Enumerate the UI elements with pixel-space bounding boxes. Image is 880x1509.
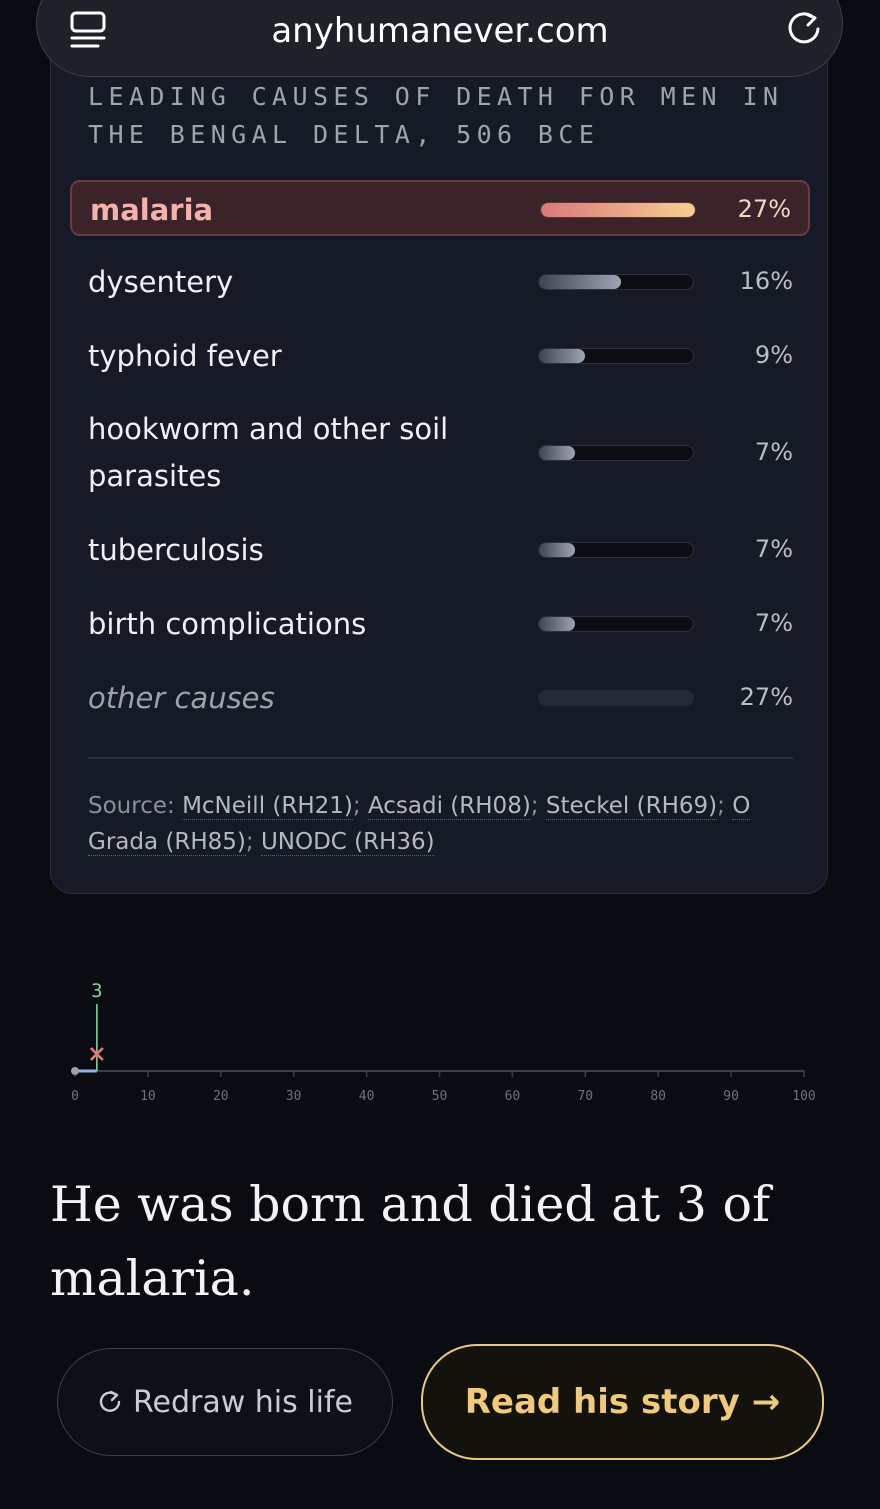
cause-bar-fill <box>539 446 575 460</box>
cause-bar-fill <box>539 543 575 557</box>
lifetime-timeline: 0 10 20 30 40 50 60 70 80 90 100 3 <box>0 970 880 1110</box>
timeline-tick-label: 60 <box>505 1089 521 1104</box>
cause-row: hookworm and other soil parasites 7% <box>70 404 810 502</box>
source-link[interactable]: Acsadi (RH08) <box>367 793 531 820</box>
source-separator: ; <box>245 829 254 855</box>
cause-label: dysentery <box>88 264 234 299</box>
cause-row: birth complications 7% <box>70 596 810 652</box>
read-story-label: Read his story <box>464 1382 740 1422</box>
cause-percent: 9% <box>754 341 793 369</box>
cause-bar-track <box>538 445 694 461</box>
cause-label: birth complications <box>88 606 367 641</box>
reload-icon[interactable] <box>784 9 824 49</box>
divider <box>88 757 793 759</box>
cause-percent: 7% <box>754 609 793 637</box>
source-link[interactable]: Steckel (RH69) <box>545 793 718 820</box>
source-separator: ; <box>717 793 725 819</box>
cause-label: typhoid fever <box>88 338 282 373</box>
cause-row: malaria 27% <box>70 180 810 236</box>
timeline-tick-label: 30 <box>286 1089 302 1104</box>
cause-percent: 7% <box>754 438 793 466</box>
chart-title: LEADING CAUSES OF DEATH FOR MEN IN THE B… <box>88 82 784 149</box>
source-separator: ; <box>530 793 539 819</box>
cause-bar-track <box>540 202 696 218</box>
timeline-tick-label: 80 <box>650 1089 666 1104</box>
cause-row: typhoid fever 9% <box>70 328 810 384</box>
cause-bar-fill <box>539 349 586 363</box>
cause-bar-track <box>538 542 694 558</box>
cause-row: other causes 27% <box>70 670 810 726</box>
source-link[interactable]: UNODC (RH36) <box>260 829 435 856</box>
cause-bar-fill <box>539 275 622 289</box>
timeline-tick-label: 50 <box>432 1089 448 1104</box>
cause-percent: 27% <box>737 195 791 223</box>
timeline-tick-label: 70 <box>577 1089 593 1104</box>
cause-bar-track <box>538 616 694 632</box>
redraw-icon <box>99 1390 121 1412</box>
cause-bar-track <box>538 274 694 290</box>
timeline-tick-label: 40 <box>359 1089 375 1104</box>
arrow-right-icon: → <box>751 1382 781 1422</box>
timeline-tick-label: 90 <box>723 1089 739 1104</box>
redraw-button[interactable]: Redraw his life <box>57 1348 393 1456</box>
source-line: Source: McNeill (RH21); Acsadi (RH08); S… <box>88 788 793 860</box>
source-separator: ; <box>352 793 361 819</box>
cause-percent: 16% <box>739 267 793 295</box>
cause-percent: 27% <box>739 683 793 711</box>
redraw-label: Redraw his life <box>133 1384 353 1420</box>
read-story-button[interactable]: Read his story → <box>421 1344 824 1460</box>
cause-row: dysentery 16% <box>70 254 810 310</box>
timeline-tick-label: 10 <box>140 1089 156 1104</box>
timeline-tick-label: 0 <box>71 1089 79 1104</box>
cause-bar-track <box>538 690 694 706</box>
cause-bar-fill <box>541 203 695 217</box>
cause-bar-track <box>538 348 694 364</box>
timeline-tick-label: 20 <box>213 1089 229 1104</box>
cause-label: tuberculosis <box>88 532 264 567</box>
story-sentence: He was born and died at 3 of malaria. <box>50 1176 771 1307</box>
cause-row: tuberculosis 7% <box>70 522 810 578</box>
timeline-chart: 0 10 20 30 40 50 60 70 80 90 100 3 <box>71 980 816 1104</box>
birth-dot <box>71 1067 79 1075</box>
timeline-tick-label: 100 <box>792 1089 815 1104</box>
cause-label: hookworm and other soil parasites <box>88 412 449 493</box>
source-label: Source: <box>88 793 175 819</box>
cause-label: other causes <box>88 680 275 715</box>
cause-label: malaria <box>90 192 214 227</box>
source-link[interactable]: McNeill (RH21) <box>182 793 353 820</box>
url-text[interactable]: anyhumanever.com <box>0 11 880 51</box>
age-marker-label: 3 <box>91 980 102 1002</box>
cause-percent: 7% <box>754 535 793 563</box>
cause-bar-fill <box>539 617 575 631</box>
